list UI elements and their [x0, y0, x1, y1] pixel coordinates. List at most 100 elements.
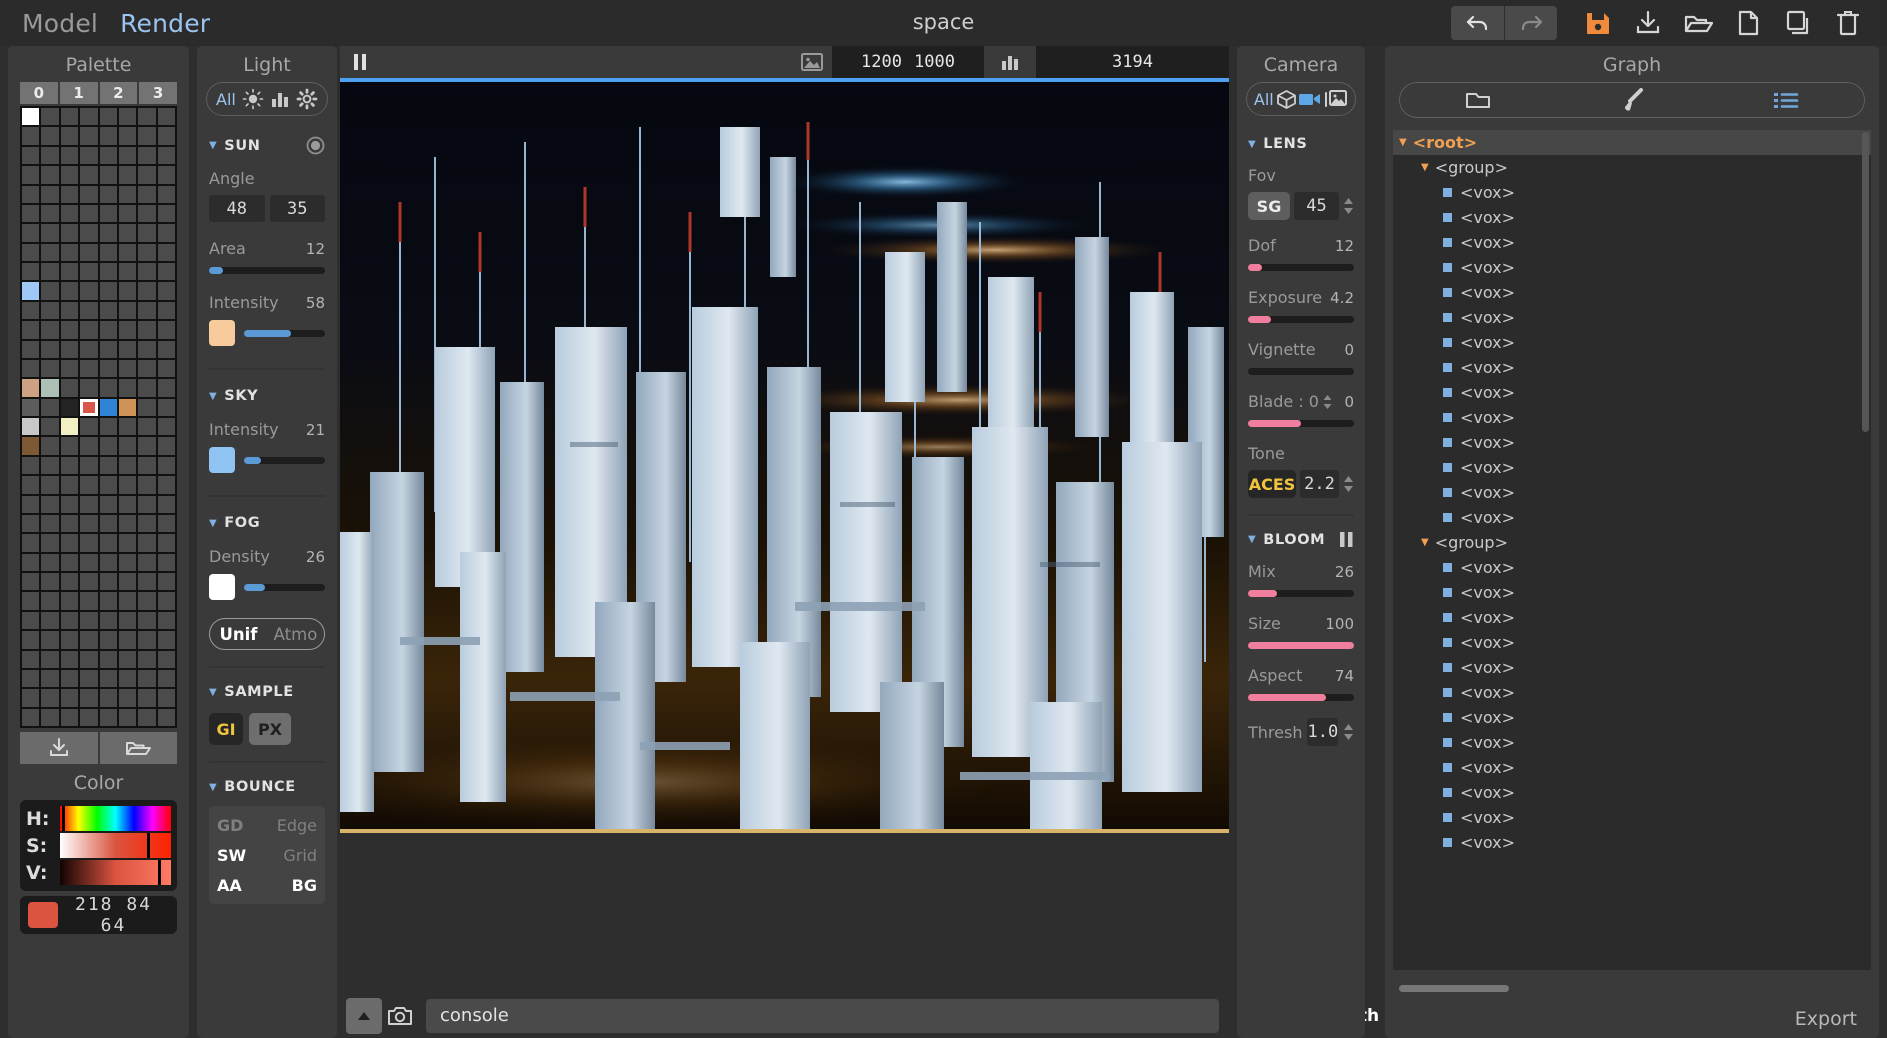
palette-swatch-43[interactable]: [80, 205, 97, 222]
bloom-aspect-slider[interactable]: [1248, 694, 1354, 701]
bounce-grid-toggle[interactable]: Grid: [283, 846, 317, 865]
bloom-size-slider[interactable]: [1248, 642, 1354, 649]
tree-node-vox[interactable]: <vox>: [1393, 705, 1871, 730]
palette-swatch-125[interactable]: [119, 399, 136, 416]
palette-swatch-240[interactable]: [22, 689, 39, 706]
palette-swatch-181[interactable]: [119, 534, 136, 551]
bloom-pause-button[interactable]: [1339, 531, 1354, 548]
render-pause-button[interactable]: [340, 46, 380, 78]
folder-icon[interactable]: [1464, 89, 1492, 111]
palette-swatch-206[interactable]: [138, 592, 155, 609]
tree-node-vox[interactable]: <vox>: [1393, 655, 1871, 680]
palette-swatch-183[interactable]: [158, 534, 175, 551]
palette-swatch-88[interactable]: [22, 321, 39, 338]
palette-swatch-44[interactable]: [100, 205, 117, 222]
palette-swatch-174[interactable]: [138, 515, 155, 532]
palette-swatch-39[interactable]: [158, 186, 175, 203]
palette-swatch-98[interactable]: [61, 341, 78, 358]
save-button[interactable]: [1573, 6, 1623, 40]
palette-swatch-201[interactable]: [41, 592, 58, 609]
palette-swatch-245[interactable]: [119, 689, 136, 706]
palette-swatch-117[interactable]: [119, 379, 136, 396]
palette-swatch-177[interactable]: [41, 534, 58, 551]
palette-swatch-14[interactable]: [138, 127, 155, 144]
palette-swatch-239[interactable]: [158, 670, 175, 687]
palette-swatch-215[interactable]: [158, 612, 175, 629]
palette-swatch-94[interactable]: [138, 321, 155, 338]
rgb-readout[interactable]: 218 84 64: [20, 896, 177, 934]
tone-mode-button[interactable]: ACES: [1248, 470, 1296, 498]
screenshot-button[interactable]: [382, 998, 418, 1034]
palette-swatch-118[interactable]: [138, 379, 155, 396]
palette-swatch-241[interactable]: [41, 689, 58, 706]
palette-swatch-205[interactable]: [119, 592, 136, 609]
palette-swatch-189[interactable]: [119, 554, 136, 571]
palette-swatch-180[interactable]: [100, 534, 117, 551]
palette-swatch-152[interactable]: [22, 476, 39, 493]
palette-swatch-81[interactable]: [41, 302, 58, 319]
palette-swatch-220[interactable]: [100, 631, 117, 648]
palette-swatch-136[interactable]: [22, 437, 39, 454]
palette-swatch-247[interactable]: [158, 689, 175, 706]
tree-node-group[interactable]: ▼<group>: [1393, 530, 1871, 555]
palette-swatch-70[interactable]: [138, 263, 155, 280]
palette-swatch-29[interactable]: [119, 166, 136, 183]
palette-swatch-129[interactable]: [41, 418, 58, 435]
tree-node-vox[interactable]: <vox>: [1393, 180, 1871, 205]
palette-swatch-111[interactable]: [158, 360, 175, 377]
bloom-thresh-input[interactable]: 1.0: [1307, 718, 1338, 746]
tree-node-vox[interactable]: <vox>: [1393, 555, 1871, 580]
palette-swatch-244[interactable]: [100, 689, 117, 706]
palette-swatch-203[interactable]: [80, 592, 97, 609]
palette-swatch-202[interactable]: [61, 592, 78, 609]
palette-swatch-65[interactable]: [41, 263, 58, 280]
palette-swatch-115[interactable]: [80, 379, 97, 396]
palette-swatch-170[interactable]: [61, 515, 78, 532]
palette-swatch-147[interactable]: [80, 457, 97, 474]
value-slider[interactable]: [60, 860, 171, 885]
palette-swatch-169[interactable]: [41, 515, 58, 532]
fog-density-slider[interactable]: [244, 584, 325, 591]
palette-col-3[interactable]: 3: [139, 82, 177, 104]
palette-swatch-106[interactable]: [61, 360, 78, 377]
palette-swatch-230[interactable]: [138, 651, 155, 668]
palette-swatch-142[interactable]: [138, 437, 155, 454]
palette-swatch-77[interactable]: [119, 282, 136, 299]
section-bounce[interactable]: ▼ BOUNCE: [209, 779, 325, 795]
palette-swatch-255[interactable]: [158, 709, 175, 726]
palette-swatch-71[interactable]: [158, 263, 175, 280]
palette-swatch-74[interactable]: [61, 282, 78, 299]
palette-swatch-12[interactable]: [100, 127, 117, 144]
graph-horizontal-scrollbar[interactable]: [1399, 985, 1509, 992]
fog-mode-unif[interactable]: Unif: [210, 625, 267, 644]
palette-swatch-62[interactable]: [138, 244, 155, 261]
palette-swatch-192[interactable]: [22, 573, 39, 590]
sun-angle-b-input[interactable]: 35: [270, 195, 326, 222]
sun-area-slider[interactable]: [209, 267, 325, 274]
palette-swatch-222[interactable]: [138, 631, 155, 648]
palette-swatch-143[interactable]: [158, 437, 175, 454]
palette-swatch-172[interactable]: [100, 515, 117, 532]
palette-swatch-58[interactable]: [61, 244, 78, 261]
palette-swatch-42[interactable]: [61, 205, 78, 222]
palette-swatch-154[interactable]: [61, 476, 78, 493]
fov-value-input[interactable]: 45: [1294, 192, 1339, 220]
dof-slider[interactable]: [1248, 264, 1354, 271]
list-icon[interactable]: [1772, 90, 1800, 110]
export-button[interactable]: Export: [1795, 1008, 1857, 1030]
palette-swatch-185[interactable]: [41, 554, 58, 571]
palette-swatch-47[interactable]: [158, 205, 175, 222]
palette-swatch-124[interactable]: [100, 399, 117, 416]
palette-swatch-219[interactable]: [80, 631, 97, 648]
palette-swatch-105[interactable]: [41, 360, 58, 377]
palette-swatch-66[interactable]: [61, 263, 78, 280]
palette-swatch-13[interactable]: [119, 127, 136, 144]
palette-swatch-158[interactable]: [138, 476, 155, 493]
download-button[interactable]: [1623, 6, 1673, 40]
section-lens[interactable]: ▼ LENS: [1248, 136, 1354, 152]
section-sky[interactable]: ▼ SKY: [209, 388, 325, 404]
palette-swatch-102[interactable]: [138, 341, 155, 358]
palette-swatch-248[interactable]: [22, 709, 39, 726]
palette-swatch-227[interactable]: [80, 651, 97, 668]
palette-swatch-122[interactable]: [61, 399, 78, 416]
